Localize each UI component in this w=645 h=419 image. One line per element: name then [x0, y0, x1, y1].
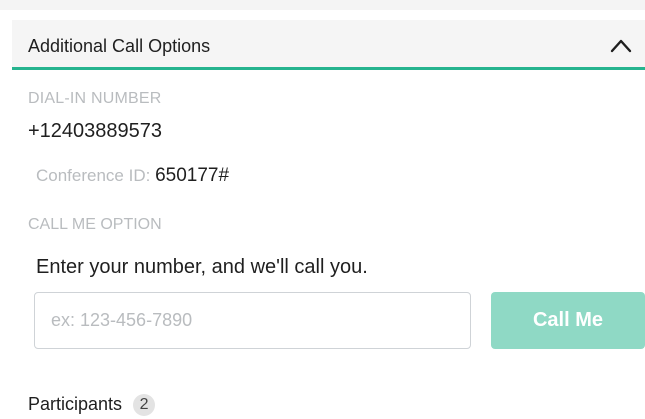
conference-id-label: Conference ID: [36, 166, 151, 185]
phone-number-input[interactable] [34, 292, 471, 349]
chevron-up-icon[interactable] [609, 35, 633, 55]
participants-heading[interactable]: Participants 2 [28, 394, 156, 416]
call-options-panel: Additional Call Options DIAL-IN NUMBER +… [0, 0, 645, 419]
conference-id-row: Conference ID: 650177# [36, 165, 229, 187]
call-me-prompt: Enter your number, and we'll call you. [36, 256, 368, 278]
call-me-button[interactable]: Call Me [491, 292, 645, 349]
conference-id-value: 650177# [155, 165, 230, 186]
top-strip [0, 0, 645, 10]
dial-in-label: DIAL-IN NUMBER [28, 90, 162, 107]
dial-in-number: +12403889573 [28, 120, 163, 142]
call-me-label: CALL ME OPTION [28, 216, 162, 233]
additional-call-options-header[interactable]: Additional Call Options [12, 20, 645, 70]
participants-count-badge: 2 [133, 394, 156, 416]
participants-label: Participants [28, 394, 123, 414]
section-title: Additional Call Options [28, 36, 211, 56]
